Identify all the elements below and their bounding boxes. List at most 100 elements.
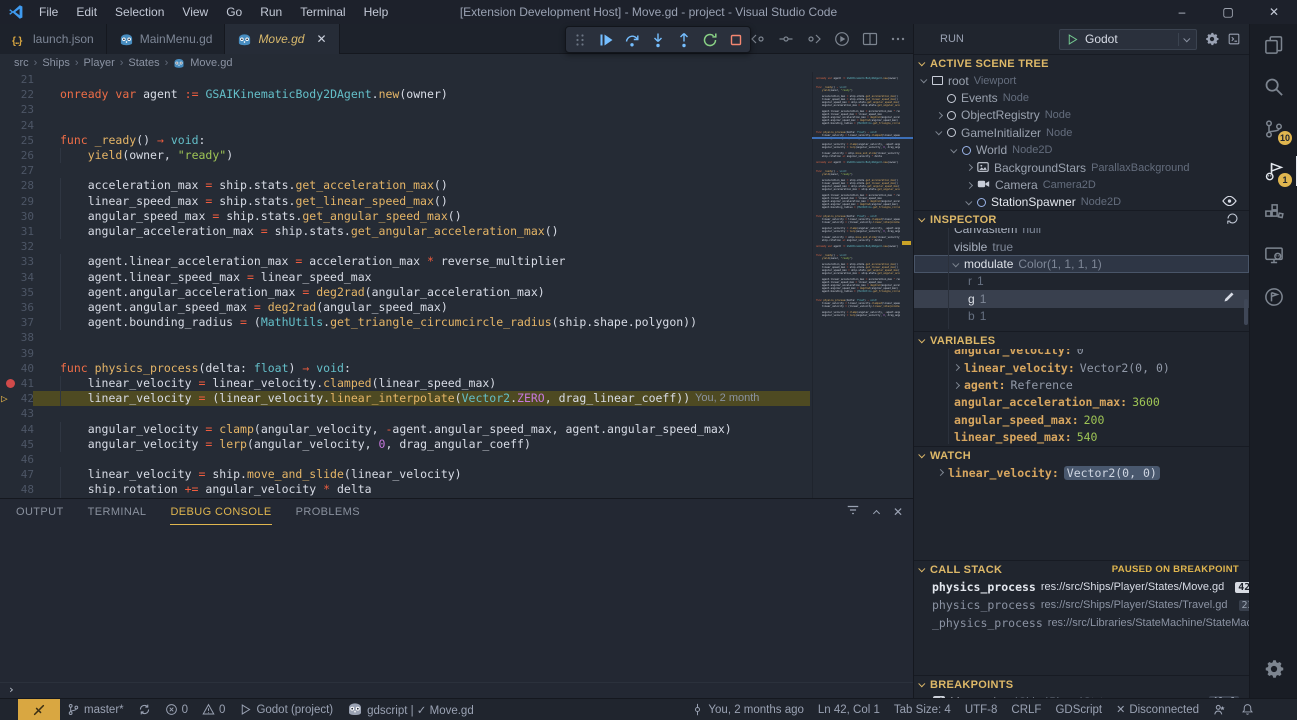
call-stack-header[interactable]: CALL STACKPAUSED ON BREAKPOINT	[914, 561, 1249, 578]
debug-console-input[interactable]: ›	[0, 682, 913, 698]
status-gdscript[interactable]: GDScript	[1048, 699, 1109, 720]
step-out-button[interactable]	[675, 31, 693, 49]
code-line[interactable]: 43	[0, 406, 913, 421]
code-line[interactable]: 39	[0, 346, 913, 361]
variable-row[interactable]: angular_acceleration_max:3600	[914, 394, 1249, 411]
chevron-down-icon[interactable]	[950, 146, 957, 153]
menu-run[interactable]: Run	[251, 0, 291, 24]
variable-row[interactable]: linear_velocity:Vector2(0, 0)	[914, 359, 1249, 376]
step-into-button[interactable]	[649, 31, 667, 49]
code-line[interactable]: 38	[0, 330, 913, 345]
maximize-panel-icon[interactable]	[874, 503, 879, 521]
open-debug-console-icon[interactable]	[1227, 32, 1241, 46]
breadcrumb-item[interactable]: src	[14, 57, 29, 69]
menu-help[interactable]: Help	[355, 0, 398, 24]
inspector-header[interactable]: INSPECTOR	[914, 211, 1249, 228]
code-line[interactable]: 27	[0, 163, 913, 178]
activity-test-flag[interactable]	[1250, 276, 1297, 318]
close-panel-icon[interactable]: ✕	[893, 503, 903, 521]
activity-search[interactable]	[1250, 66, 1297, 108]
watch-header[interactable]: WATCH	[914, 447, 1249, 464]
panel-tab-output[interactable]: OUTPUT	[16, 499, 64, 525]
scene-node-stationspawner[interactable]: StationSpawnerNode2D	[914, 194, 1249, 211]
variable-row[interactable]: agent:Reference	[914, 376, 1249, 393]
status-close-x[interactable]: ✕Disconnected	[1109, 699, 1206, 720]
code-line[interactable]: 48 ship.rotation += angular_velocity * d…	[0, 482, 913, 497]
code-line[interactable]: 37 agent.bounding_radius = (MathUtils.ge…	[0, 315, 913, 330]
code-line[interactable]: 25func _ready() → void:	[0, 133, 913, 148]
breadcrumb[interactable]: src›Ships›Player›States›Move.gd	[0, 54, 913, 72]
scrollbar-thumb[interactable]	[1244, 299, 1248, 325]
code-editor[interactable]: 2122onready var agent := GSAIKinematicBo…	[0, 72, 913, 498]
menu-view[interactable]: View	[173, 0, 217, 24]
tab-launch-json[interactable]: {..}launch.json	[0, 24, 107, 54]
code-line[interactable]: 40func physics_process(delta: float) → v…	[0, 361, 913, 376]
variables-header[interactable]: VARIABLES	[914, 332, 1249, 349]
chevron-right-icon[interactable]	[966, 164, 973, 171]
watch-row[interactable]: linear_velocity:Vector2(0, 0)	[914, 464, 1249, 481]
status-bell[interactable]	[1234, 699, 1261, 720]
chevron-down-icon[interactable]	[920, 76, 927, 83]
breadcrumb-item[interactable]: States	[128, 57, 159, 69]
menu-terminal[interactable]: Terminal	[291, 0, 354, 24]
code-line[interactable]: 28 acceleration_max = ship.stats.get_acc…	[0, 178, 913, 193]
inspector-row-r[interactable]: r1	[914, 273, 1249, 290]
status-ln-42-col-1[interactable]: Ln 42, Col 1	[811, 699, 887, 720]
chevron-right-icon[interactable]	[966, 181, 973, 188]
activity-settings[interactable]	[1250, 648, 1297, 690]
continue-button[interactable]	[597, 31, 615, 49]
open-change-icon[interactable]	[777, 30, 795, 48]
code-line[interactable]: 30 angular_speed_max = ship.stats.get_an…	[0, 209, 913, 224]
variable-row[interactable]: linear_speed_max:540	[914, 429, 1249, 446]
code-line[interactable]: 36 agent.angular_speed_max = deg2rad(ang…	[0, 300, 913, 315]
code-line[interactable]: 26 yield(owner, "ready")	[0, 148, 913, 163]
scene-node-world[interactable]: WorldNode2D	[914, 142, 1249, 159]
split-editor-icon[interactable]	[861, 30, 879, 48]
panel-tab-debug-console[interactable]: DEBUG CONSOLE	[170, 499, 271, 525]
inspector-row-canvasitem[interactable]: Canvasitemnull	[914, 228, 1249, 237]
stop-button[interactable]	[727, 31, 745, 49]
start-debug-icon[interactable]	[1066, 33, 1079, 46]
status-git-branch[interactable]: master*	[60, 699, 131, 720]
run-circle-icon[interactable]	[833, 30, 851, 48]
activity-debug-godot[interactable]: 1	[1250, 150, 1297, 192]
menu-go[interactable]: Go	[217, 0, 251, 24]
next-change-icon[interactable]	[805, 30, 823, 48]
status-sync[interactable]	[131, 699, 158, 720]
active-scene-tree-header[interactable]: ACTIVE SCENE TREE	[914, 55, 1249, 72]
panel-tab-terminal[interactable]: TERMINAL	[88, 499, 147, 525]
menu-edit[interactable]: Edit	[67, 0, 106, 24]
prev-change-icon[interactable]	[749, 30, 767, 48]
debug-config-dropdown[interactable]: Godot	[1059, 29, 1197, 50]
code-line[interactable]: ▷You, 2 month42 linear_velocity = (linea…	[0, 391, 913, 406]
code-line[interactable]: 44 angular_velocity = clamp(angular_velo…	[0, 422, 913, 437]
scene-node-camera[interactable]: CameraCamera2D	[914, 176, 1249, 193]
code-line[interactable]: 32	[0, 239, 913, 254]
more-actions-icon[interactable]	[889, 30, 907, 48]
status-godot[interactable]: gdscript | ✓ Move.gd	[340, 699, 481, 720]
activity-extensions[interactable]	[1250, 192, 1297, 234]
code-line[interactable]: 34 agent.linear_speed_max = linear_speed…	[0, 270, 913, 285]
code-line[interactable]: 22onready var agent := GSAIKinematicBody…	[0, 87, 913, 102]
code-line[interactable]: 41 linear_velocity = linear_velocity.cla…	[0, 376, 913, 391]
status-feedback[interactable]	[1206, 699, 1234, 720]
code-line[interactable]: 45 angular_velocity = lerp(angular_veloc…	[0, 437, 913, 452]
refresh-icon[interactable]	[1226, 212, 1239, 228]
status-error[interactable]: 0	[158, 699, 195, 720]
step-over-button[interactable]	[623, 31, 641, 49]
code-line[interactable]: 35 agent.angular_acceleration_max = deg2…	[0, 285, 913, 300]
code-line[interactable]: 29 linear_speed_max = ship.stats.get_lin…	[0, 194, 913, 209]
scene-node-backgroundstars[interactable]: BackgroundStarsParallaxBackground	[914, 159, 1249, 176]
close-button[interactable]: ✕	[1251, 0, 1297, 24]
code-line[interactable]: 33 agent.linear_acceleration_max = accel…	[0, 254, 913, 269]
scene-node-root[interactable]: rootViewport	[914, 72, 1249, 89]
visibility-eye-icon[interactable]	[1222, 195, 1237, 209]
edit-pencil-icon[interactable]	[1223, 291, 1235, 306]
status-warning[interactable]: 0	[195, 699, 232, 720]
chevron-down-icon[interactable]	[952, 260, 959, 267]
breadcrumb-item[interactable]: Ships	[42, 57, 70, 69]
variable-row[interactable]: angular_velocity:0	[914, 349, 1249, 358]
chevron-right-icon[interactable]	[937, 469, 944, 476]
breadcrumb-item[interactable]: Move.gd	[190, 57, 232, 69]
code-line[interactable]: 47 linear_velocity = ship.move_and_slide…	[0, 467, 913, 482]
